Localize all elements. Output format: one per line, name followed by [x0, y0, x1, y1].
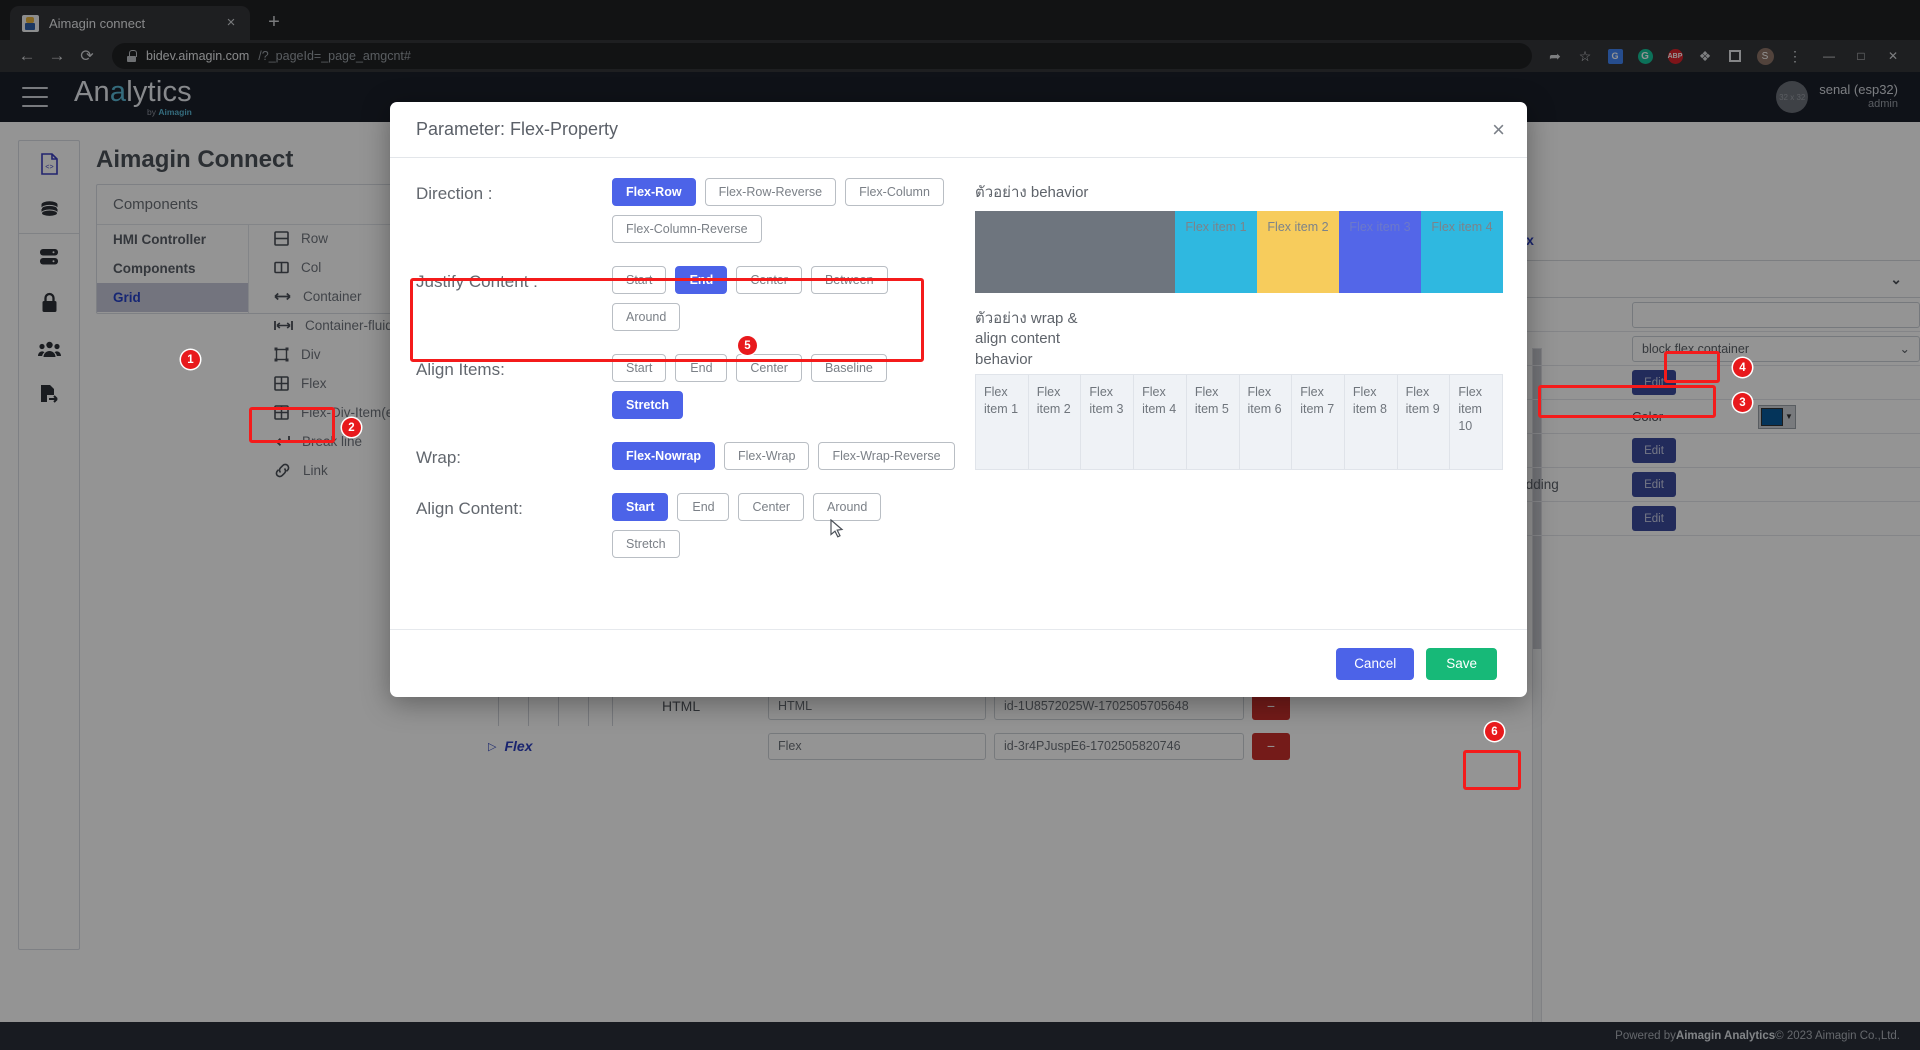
annotation-marker-6: 6	[1485, 722, 1504, 741]
option-flex-row[interactable]: Flex-Row	[612, 178, 696, 206]
preview-flex-item: Flex item 1	[1175, 211, 1257, 293]
wrap-group: Wrap: Flex-Nowrap Flex-Wrap Flex-Wrap-Re…	[416, 442, 965, 479]
flex-property-dialog: Parameter: Flex-Property × Direction : F…	[390, 102, 1527, 790]
preview-wrap-item: Flex item 4	[1134, 374, 1187, 469]
option-flex-wrap[interactable]: Flex-Wrap	[724, 442, 810, 470]
option-flex-nowrap[interactable]: Flex-Nowrap	[612, 442, 716, 470]
dialog-title: Parameter: Flex-Property	[416, 119, 619, 139]
preview-flex-item: Flex item 4	[1421, 211, 1503, 293]
preview-wrap-item: Flex item 6	[1239, 374, 1293, 469]
option-align-content-center[interactable]: Center	[738, 493, 805, 521]
preview-flex-item: Flex item 3	[1339, 211, 1421, 293]
group-label: Align Content:	[416, 499, 523, 518]
preview-free-space	[975, 211, 1175, 293]
annotation-box-flex-component	[249, 407, 335, 443]
align-items-group: Align Items: Start End Center Baseline S…	[416, 354, 965, 428]
mouse-cursor	[830, 518, 844, 543]
preview-wrap-item: Flex item 7	[1292, 374, 1345, 469]
preview-wrap-item: Flex item 2	[1028, 374, 1082, 469]
wrap-preview-title: ตัวอย่าง wrap & align content behavior	[975, 310, 1078, 368]
wrap-preview: Flex item 1 Flex item 2 Flex item 3 Flex…	[975, 373, 1503, 470]
dialog-header: Parameter: Flex-Property ×	[390, 102, 1527, 158]
annotation-marker-5: 5	[738, 336, 757, 355]
preview-wrap-item: Flex item 5	[1186, 374, 1240, 469]
preview-wrap-item: Flex item 9	[1397, 374, 1451, 469]
option-flex-row-reverse[interactable]: Flex-Row-Reverse	[704, 178, 837, 206]
option-flex-column-reverse[interactable]: Flex-Column-Reverse	[612, 215, 762, 243]
group-label: Direction :	[416, 184, 493, 203]
annotation-box-justify-content	[410, 278, 924, 362]
preview-wrap-item: Flex item 10	[1450, 374, 1503, 469]
annotation-box-save	[1463, 750, 1521, 790]
save-button[interactable]: Save	[1426, 647, 1497, 680]
group-label: Align Items:	[416, 360, 505, 379]
group-label: Wrap:	[416, 448, 462, 467]
option-align-items-stretch[interactable]: Stretch	[612, 391, 684, 419]
preview-area: ตัวอย่าง behavior Flex item 1 Flex item …	[975, 178, 1503, 629]
cancel-button[interactable]: Cancel	[1336, 647, 1415, 680]
option-align-content-around[interactable]: Around	[813, 493, 882, 521]
behavior-preview: Flex item 1 Flex item 2 Flex item 3 Flex…	[975, 211, 1503, 293]
preview-wrap-item: Flex item 8	[1344, 374, 1398, 469]
annotation-marker-3: 3	[1733, 393, 1752, 412]
preview-wrap-item: Flex item 3	[1081, 374, 1135, 469]
annotation-box-flex-property-edit	[1664, 351, 1720, 383]
flex-options: Direction : Flex-Row Flex-Row-Reverse Fl…	[410, 178, 965, 629]
annotation-marker-2: 2	[342, 418, 361, 437]
preview-flex-item: Flex item 2	[1257, 211, 1339, 293]
close-icon[interactable]: ×	[1492, 118, 1505, 141]
behavior-preview-title: ตัวอย่าง behavior	[975, 184, 1089, 201]
option-align-content-stretch[interactable]: Stretch	[612, 530, 680, 558]
dialog-footer: Cancel Save	[390, 629, 1527, 697]
option-align-content-start[interactable]: Start	[612, 493, 669, 521]
option-flex-column[interactable]: Flex-Column	[845, 178, 944, 206]
preview-wrap-item: Flex item 1	[976, 374, 1029, 469]
direction-group: Direction : Flex-Row Flex-Row-Reverse Fl…	[416, 178, 965, 252]
align-content-group: Align Content: Start End Center Around S…	[416, 493, 965, 567]
annotation-marker-1: 1	[181, 350, 200, 369]
annotation-marker-4: 4	[1733, 358, 1752, 377]
annotation-box-color	[1538, 385, 1716, 418]
option-align-content-end[interactable]: End	[677, 493, 730, 521]
option-flex-wrap-reverse[interactable]: Flex-Wrap-Reverse	[818, 442, 955, 470]
